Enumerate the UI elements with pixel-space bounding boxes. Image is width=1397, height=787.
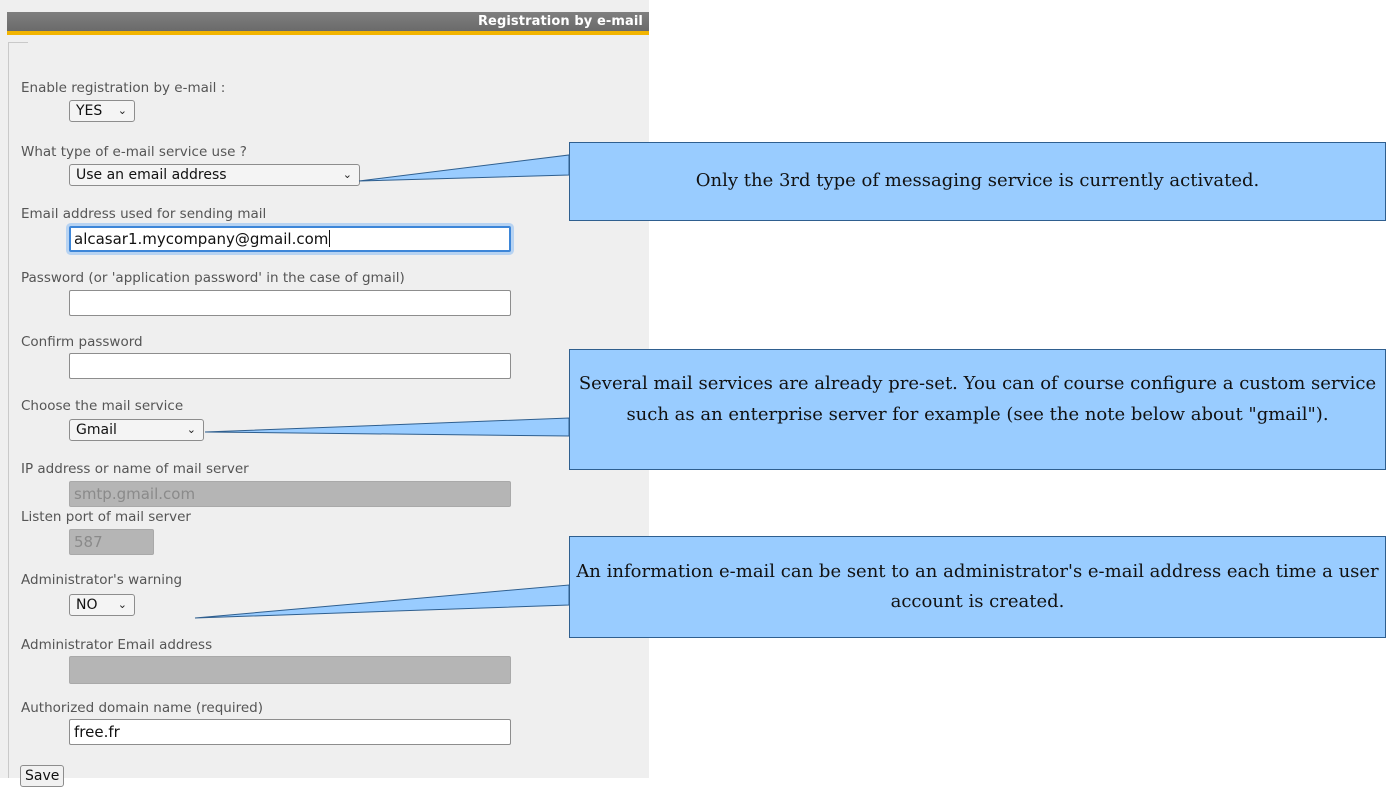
callout-admin-warning-text: An information e-mail can be sent to an …	[576, 561, 1379, 612]
callout-pointer-admin-warning	[194, 584, 570, 619]
callout-mail-service-text: Several mail services are already pre-se…	[578, 373, 1377, 425]
callout-service-type: Only the 3rd type of messaging service i…	[569, 142, 1386, 221]
callout-pointer-mail-service	[204, 417, 570, 437]
callout-admin-warning: An information e-mail can be sent to an …	[569, 536, 1386, 638]
callout-mail-service: Several mail services are already pre-se…	[569, 349, 1386, 470]
callout-pointer-service-type	[358, 154, 570, 182]
callout-service-type-text: Only the 3rd type of messaging service i…	[695, 170, 1260, 191]
